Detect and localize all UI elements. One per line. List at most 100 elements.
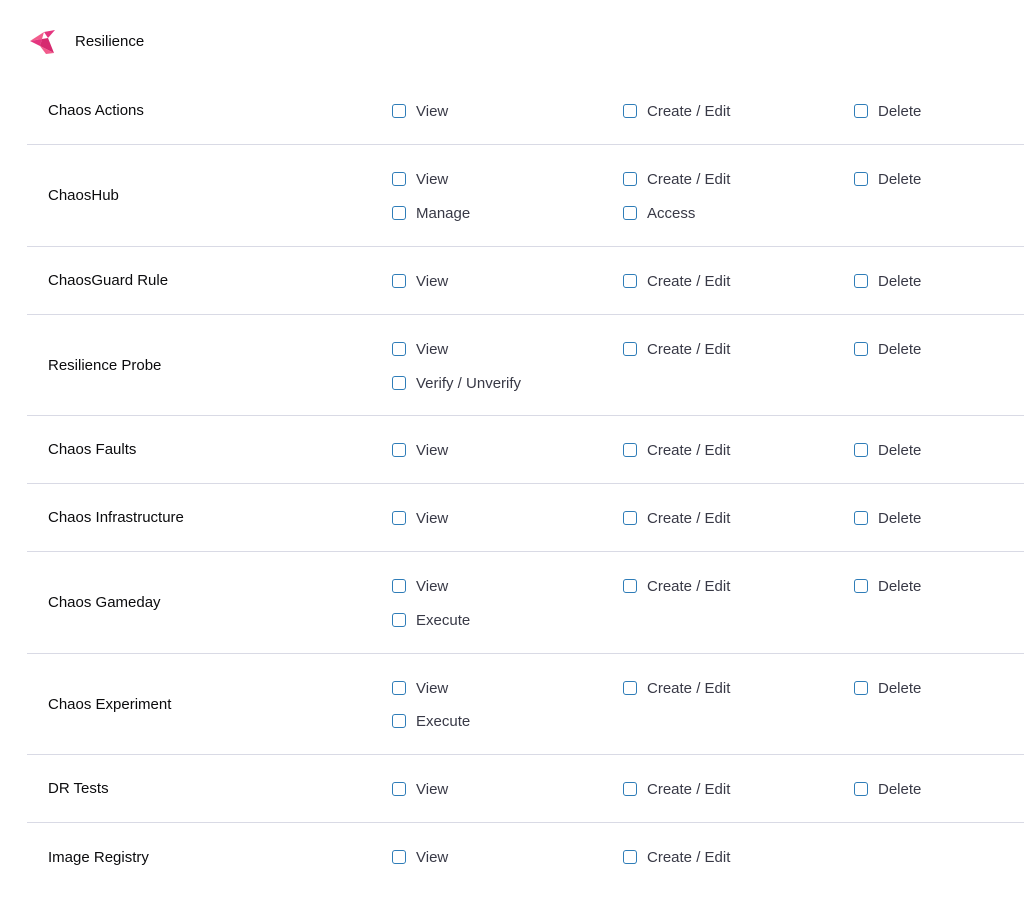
view-checkbox[interactable]: View: [392, 339, 448, 359]
checkbox-icon[interactable]: [854, 443, 868, 457]
checkbox-icon[interactable]: [854, 104, 868, 118]
checkbox-icon[interactable]: [392, 274, 406, 288]
view-checkbox[interactable]: View: [392, 678, 448, 698]
permission-row-image-registry: Image Registry View Create / Edit: [27, 823, 1024, 891]
permission-label: View: [416, 780, 449, 798]
create-edit-checkbox[interactable]: Create / Edit: [623, 169, 730, 189]
row-label: Chaos Actions: [48, 102, 144, 119]
checkbox-icon[interactable]: [623, 579, 637, 593]
checkbox-icon[interactable]: [392, 782, 406, 796]
delete-checkbox[interactable]: Delete: [854, 576, 921, 596]
view-checkbox[interactable]: View: [392, 576, 448, 596]
checkbox-icon[interactable]: [623, 782, 637, 796]
delete-checkbox[interactable]: Delete: [854, 678, 921, 698]
permission-label: Delete: [878, 102, 922, 120]
checkbox-icon[interactable]: [392, 613, 406, 627]
checkbox-icon[interactable]: [854, 274, 868, 288]
row-label: Chaos Infrastructure: [48, 509, 184, 526]
delete-checkbox[interactable]: Delete: [854, 779, 921, 799]
checkbox-icon[interactable]: [623, 443, 637, 457]
view-checkbox[interactable]: View: [392, 440, 448, 460]
checkbox-icon[interactable]: [623, 850, 637, 864]
create-edit-checkbox[interactable]: Create / Edit: [623, 440, 730, 460]
delete-checkbox[interactable]: Delete: [854, 508, 921, 528]
permission-label: Manage: [416, 204, 471, 222]
checkbox-icon[interactable]: [854, 172, 868, 186]
access-checkbox[interactable]: Access: [623, 203, 695, 223]
create-edit-checkbox[interactable]: Create / Edit: [623, 678, 730, 698]
permission-label: View: [416, 272, 449, 290]
checkbox-icon[interactable]: [623, 274, 637, 288]
view-checkbox[interactable]: View: [392, 169, 448, 189]
permission-label: View: [416, 679, 449, 697]
checkbox-icon[interactable]: [392, 714, 406, 728]
delete-checkbox[interactable]: Delete: [854, 271, 921, 291]
create-edit-checkbox[interactable]: Create / Edit: [623, 101, 730, 121]
create-edit-checkbox[interactable]: Create / Edit: [623, 779, 730, 799]
checkbox-icon[interactable]: [623, 681, 637, 695]
permission-label: Create / Edit: [647, 509, 731, 527]
row-label: DR Tests: [48, 780, 109, 797]
create-edit-checkbox[interactable]: Create / Edit: [623, 339, 730, 359]
view-checkbox[interactable]: View: [392, 101, 448, 121]
manage-checkbox[interactable]: Manage: [392, 203, 470, 223]
delete-checkbox[interactable]: Delete: [854, 440, 921, 460]
checkbox-icon[interactable]: [392, 681, 406, 695]
checkbox-icon[interactable]: [623, 342, 637, 356]
permission-label: View: [416, 509, 449, 527]
permission-row-chaos-actions: Chaos Actions View Create / Edit Delete: [27, 77, 1024, 145]
verify-unverify-checkbox[interactable]: Verify / Unverify: [392, 373, 521, 393]
view-checkbox[interactable]: View: [392, 847, 448, 867]
permission-label: Delete: [878, 509, 922, 527]
execute-checkbox[interactable]: Execute: [392, 711, 470, 731]
permission-row-dr-tests: DR Tests View Create / Edit Delete: [27, 755, 1024, 823]
permission-label: Create / Edit: [647, 170, 731, 188]
checkbox-icon[interactable]: [854, 782, 868, 796]
row-label: ChaosHub: [48, 187, 119, 204]
checkbox-icon[interactable]: [392, 172, 406, 186]
view-checkbox[interactable]: View: [392, 779, 448, 799]
permission-label: Delete: [878, 441, 922, 459]
permission-label: Create / Edit: [647, 340, 731, 358]
permission-label: Create / Edit: [647, 102, 731, 120]
permission-label: Create / Edit: [647, 679, 731, 697]
checkbox-icon[interactable]: [392, 376, 406, 390]
checkbox-icon[interactable]: [854, 342, 868, 356]
checkbox-icon[interactable]: [854, 579, 868, 593]
row-label: Chaos Experiment: [48, 695, 172, 713]
checkbox-icon[interactable]: [854, 511, 868, 525]
checkbox-icon[interactable]: [623, 206, 637, 220]
execute-checkbox[interactable]: Execute: [392, 610, 470, 630]
checkbox-icon[interactable]: [392, 511, 406, 525]
permission-row-chaoshub: ChaosHub View Create / Edit Delete Manag…: [27, 145, 1024, 247]
checkbox-icon[interactable]: [392, 579, 406, 593]
view-checkbox[interactable]: View: [392, 271, 448, 291]
create-edit-checkbox[interactable]: Create / Edit: [623, 271, 730, 291]
permissions-table: Chaos Actions View Create / Edit Delete …: [27, 77, 1024, 891]
resilience-logo-icon: [30, 30, 55, 54]
delete-checkbox[interactable]: Delete: [854, 169, 921, 189]
row-label: Resilience Probe: [48, 356, 162, 374]
checkbox-icon[interactable]: [392, 342, 406, 356]
checkbox-icon[interactable]: [392, 443, 406, 457]
create-edit-checkbox[interactable]: Create / Edit: [623, 576, 730, 596]
checkbox-icon[interactable]: [392, 850, 406, 864]
permission-label: Delete: [878, 679, 922, 697]
section-header: Resilience: [28, 26, 144, 56]
permission-label: Verify / Unverify: [416, 374, 522, 392]
checkbox-icon[interactable]: [392, 206, 406, 220]
checkbox-icon[interactable]: [623, 104, 637, 118]
permission-label: Access: [647, 204, 696, 222]
checkbox-icon[interactable]: [392, 104, 406, 118]
delete-checkbox[interactable]: Delete: [854, 339, 921, 359]
permission-row-chaos-faults: Chaos Faults View Create / Edit Delete: [27, 416, 1024, 484]
delete-checkbox[interactable]: Delete: [854, 101, 921, 121]
checkbox-icon[interactable]: [623, 511, 637, 525]
checkbox-icon[interactable]: [623, 172, 637, 186]
view-checkbox[interactable]: View: [392, 508, 448, 528]
create-edit-checkbox[interactable]: Create / Edit: [623, 847, 730, 867]
permission-label: Create / Edit: [647, 272, 731, 290]
permission-label: View: [416, 170, 449, 188]
checkbox-icon[interactable]: [854, 681, 868, 695]
create-edit-checkbox[interactable]: Create / Edit: [623, 508, 730, 528]
